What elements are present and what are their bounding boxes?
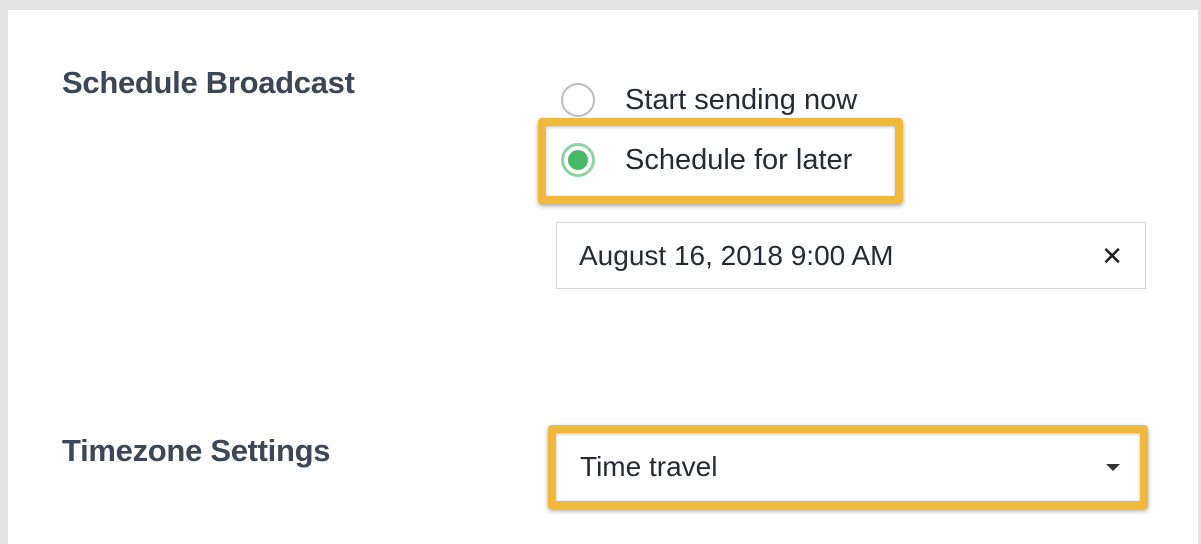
timezone-settings-label: Timezone Settings — [62, 433, 331, 468]
highlight-frame-timezone — [548, 425, 1148, 509]
radio-button-checked[interactable] — [561, 143, 595, 177]
broadcast-settings-panel: Schedule Broadcast Start sending now Sch… — [8, 10, 1198, 544]
close-icon[interactable]: ✕ — [1101, 243, 1123, 269]
radio-label-start-now: Start sending now — [625, 83, 858, 116]
schedule-broadcast-label: Schedule Broadcast — [62, 65, 355, 100]
schedule-datetime-field[interactable]: August 16, 2018 9:00 AM ✕ — [556, 222, 1146, 289]
schedule-datetime-value: August 16, 2018 9:00 AM — [579, 239, 894, 271]
radio-label-schedule-later: Schedule for later — [625, 143, 853, 176]
radio-button-unchecked[interactable] — [561, 83, 595, 117]
radio-schedule-later[interactable]: Schedule for later — [561, 143, 852, 177]
radio-start-now[interactable]: Start sending now — [561, 83, 857, 117]
